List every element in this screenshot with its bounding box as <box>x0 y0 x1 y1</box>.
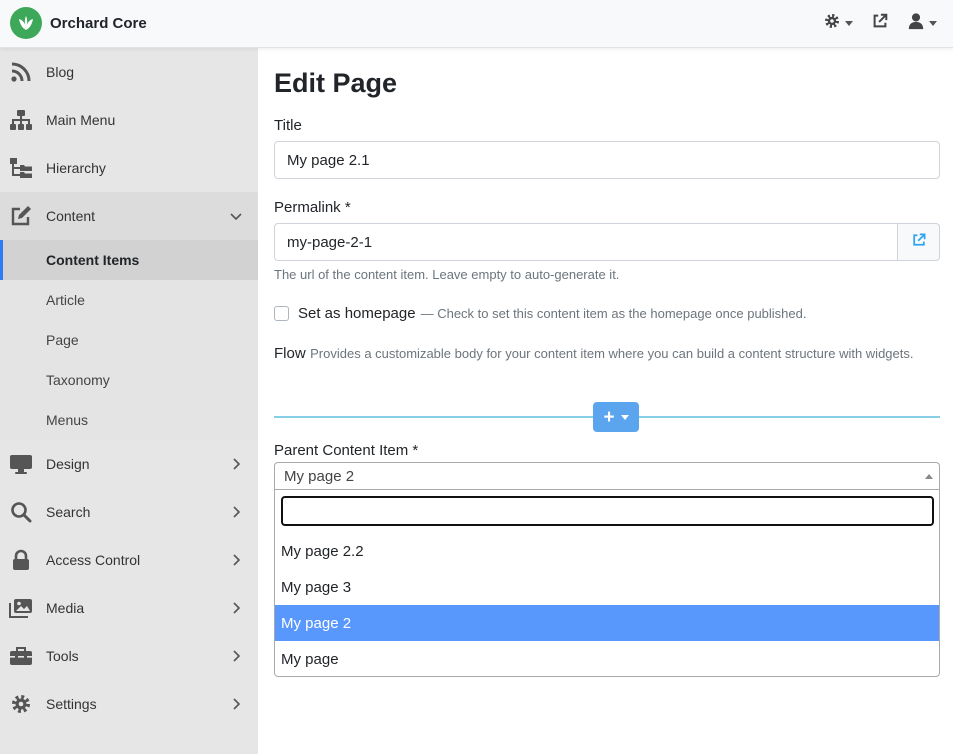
plus-icon: + <box>603 406 615 428</box>
permalink-label: Permalink * <box>274 199 351 216</box>
sidebar-item-label: Main Menu <box>46 112 116 128</box>
sidebar-item-label: Search <box>46 504 91 520</box>
chevron-right-icon <box>230 458 242 470</box>
permalink-input[interactable] <box>274 223 898 261</box>
dropdown-option[interactable]: My page <box>275 641 939 677</box>
sidebar-item-tools[interactable]: Tools <box>0 632 258 680</box>
sidebar-item-label: Media <box>46 600 85 616</box>
open-permalink-button[interactable] <box>898 223 940 261</box>
gear-icon <box>823 12 841 35</box>
flow-title: Flow <box>274 345 306 362</box>
add-widget-button[interactable]: + <box>593 402 639 432</box>
sidebar-subitem-menus[interactable]: Menus <box>0 400 258 440</box>
sidebar-item-blog[interactable]: Blog <box>0 48 258 96</box>
top-navbar: Orchard Core <box>0 0 953 48</box>
sidebar-item-label: Menus <box>46 412 89 428</box>
sidebar-subitem-content-items[interactable]: Content Items <box>0 240 258 280</box>
chevron-down-icon <box>845 21 853 26</box>
dropdown-option[interactable]: My page 2 <box>275 605 939 641</box>
sidebar-item-media[interactable]: Media <box>0 584 258 632</box>
chevron-down-icon <box>929 21 937 26</box>
sidebar-item-access-control[interactable]: Access Control <box>0 536 258 584</box>
homepage-checkbox[interactable] <box>274 306 289 321</box>
sidebar-item-content[interactable]: Content <box>0 192 258 240</box>
sidebar-item-label: Article <box>46 292 85 308</box>
chevron-right-icon <box>230 698 242 710</box>
homepage-row: Set as homepage — Check to set this cont… <box>274 305 807 322</box>
sitemap-icon <box>8 107 34 133</box>
app-title: Orchard Core <box>50 14 147 32</box>
sidebar-item-label: Taxonomy <box>46 372 110 388</box>
sidebar-item-label: Blog <box>46 64 75 80</box>
images-icon <box>8 595 34 621</box>
user-icon <box>907 12 925 35</box>
sidebar-item-label: Settings <box>46 696 97 712</box>
sidebar-item-hierarchy[interactable]: Hierarchy <box>0 144 258 192</box>
select-dropdown: My page 2.2 My page 3 My page 2 My page <box>274 489 940 677</box>
external-link-icon <box>911 232 927 253</box>
homepage-label[interactable]: Set as homepage <box>298 305 416 322</box>
sidebar-subitem-taxonomy[interactable]: Taxonomy <box>0 360 258 400</box>
sidebar: Blog Main Menu Hierarchy Content Content… <box>0 48 258 754</box>
dropdown-search-input[interactable] <box>281 496 934 526</box>
chevron-right-icon <box>230 650 242 662</box>
chevron-right-icon <box>230 506 242 518</box>
cog-icon <box>8 691 34 717</box>
toolbox-icon <box>8 643 34 669</box>
rss-icon <box>8 59 34 85</box>
user-menu-button[interactable] <box>907 12 937 35</box>
dropdown-option[interactable]: My page 3 <box>275 569 939 605</box>
sidebar-item-label: Content <box>46 208 96 224</box>
parent-content-item-select[interactable]: My page 2 <box>274 462 940 490</box>
dropdown-option[interactable]: My page 2.2 <box>275 533 939 569</box>
flow-section-header: Flow Provides a customizable body for yo… <box>274 342 934 366</box>
title-label: Title <box>274 117 302 134</box>
folder-tree-icon <box>8 155 34 181</box>
chevron-down-icon <box>620 414 629 420</box>
page-title: Edit Page <box>274 68 398 98</box>
chevron-right-icon <box>230 554 242 566</box>
chevron-up-icon <box>925 474 933 479</box>
sidebar-item-design[interactable]: Design <box>0 440 258 488</box>
sidebar-item-label: Hierarchy <box>46 160 106 176</box>
sidebar-subitem-article[interactable]: Article <box>0 280 258 320</box>
sidebar-item-settings[interactable]: Settings <box>0 680 258 728</box>
sidebar-item-label: Design <box>46 456 90 472</box>
flow-description: Provides a customizable body for your co… <box>310 346 914 361</box>
theme-settings-button[interactable] <box>823 12 853 35</box>
title-input[interactable] <box>274 141 940 179</box>
sidebar-item-label: Page <box>46 332 79 348</box>
parent-content-item-label: Parent Content Item * <box>274 442 419 459</box>
edit-icon <box>8 203 34 229</box>
lock-icon <box>8 547 34 573</box>
permalink-group <box>274 223 940 261</box>
select-value: My page 2 <box>284 468 355 485</box>
brand[interactable]: Orchard Core <box>10 7 147 39</box>
homepage-hint: — Check to set this content item as the … <box>420 306 807 321</box>
sidebar-item-label: Access Control <box>46 552 141 568</box>
sidebar-subitem-page[interactable]: Page <box>0 320 258 360</box>
sidebar-item-label: Content Items <box>46 252 140 268</box>
orchard-logo-icon <box>10 7 42 39</box>
sidebar-item-label: Tools <box>46 648 79 664</box>
external-link-icon <box>871 12 889 35</box>
visit-site-button[interactable] <box>871 12 889 35</box>
sidebar-item-main-menu[interactable]: Main Menu <box>0 96 258 144</box>
desktop-icon <box>8 451 34 477</box>
search-icon <box>8 499 34 525</box>
chevron-down-icon <box>230 210 242 222</box>
permalink-hint: The url of the content item. Leave empty… <box>274 267 620 282</box>
sidebar-item-search[interactable]: Search <box>0 488 258 536</box>
chevron-right-icon <box>230 602 242 614</box>
